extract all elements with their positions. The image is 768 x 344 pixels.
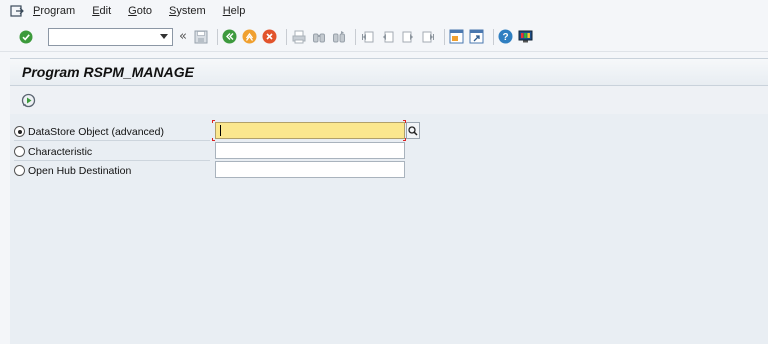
required-marker bbox=[212, 138, 215, 141]
previous-page-icon[interactable] bbox=[380, 29, 396, 45]
screen-title-bar: Program RSPM_MANAGE bbox=[10, 58, 768, 86]
label-datastore-object: DataStore Object (advanced) bbox=[28, 125, 164, 138]
label-characteristic: Characteristic bbox=[28, 145, 93, 158]
collapse-command-field-button[interactable]: « bbox=[179, 29, 187, 44]
menu-program[interactable]: Program bbox=[33, 5, 75, 17]
radio-characteristic[interactable] bbox=[14, 146, 25, 157]
command-field[interactable] bbox=[48, 27, 173, 46]
label-open-hub-destination: Open Hub Destination bbox=[28, 164, 132, 177]
menu-system[interactable]: System bbox=[169, 5, 206, 17]
new-session-icon[interactable] bbox=[449, 29, 465, 45]
menu-exit-icon[interactable] bbox=[10, 5, 24, 17]
row-divider bbox=[14, 140, 210, 141]
cancel-icon[interactable] bbox=[262, 29, 278, 45]
toolbar-separator bbox=[492, 28, 494, 45]
toolbar-separator bbox=[354, 28, 356, 45]
search-icon bbox=[408, 125, 418, 136]
radio-open-hub-destination[interactable] bbox=[14, 165, 25, 176]
customize-layout-icon[interactable] bbox=[518, 29, 534, 45]
required-marker bbox=[212, 120, 215, 123]
standard-toolbar: « ? bbox=[0, 22, 768, 52]
characteristic-input[interactable] bbox=[215, 142, 405, 159]
print-icon[interactable] bbox=[291, 29, 307, 45]
option-row-datastore[interactable]: DataStore Object (advanced) bbox=[14, 123, 164, 140]
selection-screen: DataStore Object (advanced) Characterist… bbox=[10, 114, 768, 344]
menu-goto[interactable]: Goto bbox=[128, 5, 152, 17]
exit-icon[interactable] bbox=[242, 29, 258, 45]
value-help-button[interactable] bbox=[406, 122, 420, 139]
application-toolbar bbox=[10, 86, 768, 114]
execute-icon[interactable] bbox=[20, 92, 36, 108]
radio-datastore-object[interactable] bbox=[14, 126, 25, 137]
first-page-icon[interactable] bbox=[360, 29, 376, 45]
next-page-icon[interactable] bbox=[400, 29, 416, 45]
menu-bar: Program Edit Goto System Help bbox=[0, 0, 768, 22]
datastore-object-input[interactable] bbox=[215, 122, 405, 139]
enter-icon[interactable] bbox=[18, 29, 34, 45]
option-row-open-hub[interactable]: Open Hub Destination bbox=[14, 162, 131, 179]
save-icon[interactable] bbox=[193, 29, 209, 45]
menu-help[interactable]: Help bbox=[223, 5, 246, 17]
back-icon[interactable] bbox=[222, 29, 238, 45]
toolbar-separator bbox=[443, 28, 445, 45]
text-cursor bbox=[220, 125, 221, 136]
open-hub-destination-input[interactable] bbox=[215, 161, 405, 178]
svg-text:?: ? bbox=[503, 32, 509, 43]
last-page-icon[interactable] bbox=[420, 29, 436, 45]
chevron-down-icon[interactable] bbox=[160, 33, 168, 39]
help-icon[interactable]: ? bbox=[498, 29, 514, 45]
find-icon[interactable] bbox=[311, 29, 327, 45]
find-next-icon[interactable] bbox=[331, 29, 347, 45]
toolbar-separator bbox=[285, 28, 287, 45]
option-row-characteristic[interactable]: Characteristic bbox=[14, 143, 92, 160]
row-divider bbox=[14, 160, 210, 161]
shortcut-icon[interactable] bbox=[469, 29, 485, 45]
menu-edit[interactable]: Edit bbox=[92, 5, 111, 17]
toolbar-separator bbox=[216, 28, 218, 45]
page-title: Program RSPM_MANAGE bbox=[22, 64, 194, 80]
